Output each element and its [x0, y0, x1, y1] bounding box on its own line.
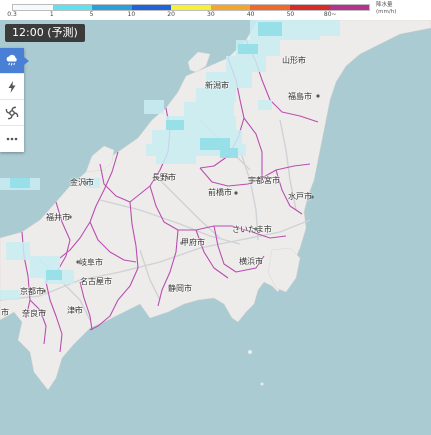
city-label-saitama: さいたま市	[232, 225, 272, 234]
legend-segment	[289, 5, 330, 10]
legend-tick-label: 5	[89, 11, 94, 18]
city-label-maebashi: 前橋市	[208, 188, 232, 197]
legend-tick-label: 40	[246, 11, 255, 18]
more-options-button[interactable]	[0, 126, 24, 152]
city-label-kanazawa: 金沢市	[70, 178, 94, 187]
lightning-layer-button[interactable]	[0, 74, 24, 100]
city-label-gifu: 岐阜市	[79, 258, 103, 267]
legend-segment	[171, 5, 211, 10]
legend-segment	[52, 5, 93, 10]
city-label-nara: 奈良市	[22, 309, 46, 318]
legend-tick-label: 10	[127, 11, 136, 18]
city-label-shizuoka: 静岡市	[168, 284, 192, 293]
city-label-kofu: 甲府市	[181, 238, 205, 247]
lightning-icon	[8, 80, 16, 93]
city-label-osaka-partial: 市	[1, 308, 9, 317]
legend-tick-label: 80~	[323, 11, 337, 18]
legend-tick-label: 50	[286, 11, 295, 18]
legend-segment	[210, 5, 251, 10]
city-label-yokohama: 横浜市	[239, 257, 263, 266]
typhoon-icon	[5, 106, 19, 119]
legend-segment	[13, 5, 53, 10]
rain-layer-button[interactable]	[0, 48, 24, 74]
legend-tick-label: 30	[207, 11, 215, 18]
active-layer-indicator	[24, 57, 29, 65]
land-izu-oshima	[248, 350, 252, 354]
city-label-kyoto: 京都市	[20, 287, 44, 296]
legend-unit: 降水量 (mm/h)	[376, 2, 396, 16]
forecast-time-label: 12:00 (予測)	[5, 24, 85, 42]
legend-segment	[250, 5, 290, 10]
legend-segment	[131, 5, 172, 10]
city-label-nagoya: 名古屋市	[80, 277, 112, 286]
city-label-yamagata: 山形市	[282, 56, 306, 65]
land-izu-island	[260, 382, 264, 386]
legend-segment	[329, 5, 370, 10]
city-label-tsu: 津市	[67, 306, 83, 315]
legend-tick-label: 1	[49, 11, 54, 18]
legend-segment	[92, 5, 132, 10]
legend-tick-label: 0.3	[7, 11, 17, 18]
legend-unit-label: 降水量	[376, 2, 393, 8]
city-label-utsunomiya: 宇都宮市	[248, 176, 280, 185]
legend-unit-mm: (mm/h)	[376, 9, 397, 15]
legend-tick-label: 20	[167, 11, 175, 18]
more-icon	[6, 137, 18, 141]
city-label-fukushima: 福島市	[288, 92, 312, 101]
rain-cloud-icon	[6, 54, 17, 66]
city-label-mito: 水戸市	[288, 192, 312, 201]
city-label-nagano: 長野市	[152, 173, 176, 182]
precipitation-legend: 0.3 1 5 10 20 30 40 50 80~ 降水量 (mm/h)	[0, 0, 431, 21]
city-label-fukui: 福井市	[46, 213, 70, 222]
typhoon-layer-button[interactable]	[0, 100, 24, 126]
layer-toolbar	[0, 48, 24, 152]
city-label-niigata: 新潟市	[205, 81, 229, 90]
legend-color-bar	[12, 4, 370, 11]
